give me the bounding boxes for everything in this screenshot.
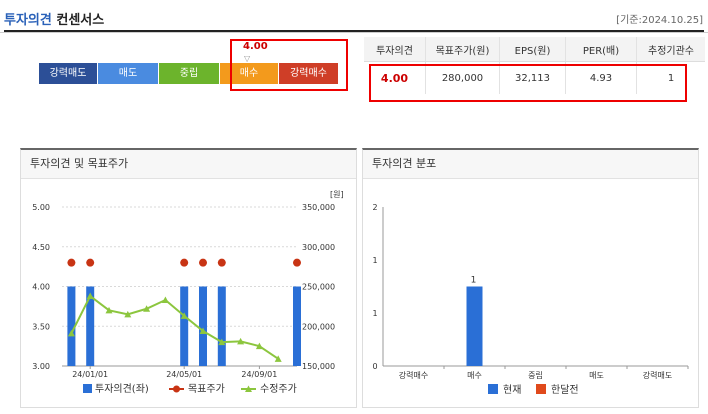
target-price-point — [217, 258, 226, 267]
left-tick-label: 3.00 — [32, 362, 50, 371]
legend-prev-swatch — [536, 384, 546, 394]
right-tick-label: 350,000 — [302, 203, 335, 212]
x-tick-label: 중립 — [528, 371, 543, 380]
left-tick-label: 4.50 — [32, 243, 50, 252]
opinion-bar — [180, 286, 189, 366]
x-tick-label: 24/05/01 — [166, 370, 202, 379]
opinion-target-chart: 5.00 350,000 4.50 300,000 4.00 250,000 3.50 200… — [32, 190, 344, 395]
y-tick-label: 2 — [372, 203, 377, 212]
target-price-point — [67, 258, 76, 267]
scale-sell: 매도 — [98, 63, 158, 84]
opinion-distribution-chart: 2 1 1 0 강력매수 매수 1 중립 매도 강력매도현재 한달전 — [372, 203, 689, 396]
left-tick-label: 5.00 — [32, 203, 50, 212]
bar-value-label: 1 — [471, 276, 477, 286]
legend-label: 현재 — [503, 384, 521, 396]
scale-strong-sell: 강력매도 — [39, 63, 97, 84]
right-tick-label: 300,000 — [302, 243, 335, 252]
highlight-box-marker — [230, 39, 348, 91]
x-tick-label: 강력매도 — [643, 370, 672, 380]
col-header-institutions: 추정기관수 — [636, 37, 705, 62]
legend-label: 수정주가 — [260, 383, 297, 395]
right-axis-unit: [원] — [330, 190, 344, 199]
y-tick-label: 0 — [372, 362, 377, 371]
x-tick-label: 매도 — [589, 371, 604, 380]
opinion-bar — [199, 286, 207, 366]
col-header-per: PER(배) — [565, 37, 637, 62]
header-divider-light — [0, 32, 708, 33]
distribution-bar — [466, 286, 483, 366]
panel-title-right: 투자의견 분포 — [363, 150, 698, 179]
legend-current-swatch — [488, 384, 498, 394]
right-tick-label: 250,000 — [302, 283, 335, 292]
title-sub: 컨센서스 — [56, 13, 105, 28]
right-tick-label: 150,000 — [302, 362, 335, 371]
title-main: 투자의견 — [4, 13, 52, 28]
x-tick-label: 매수 — [467, 371, 482, 380]
adjusted-price-line — [70, 294, 279, 360]
table-header-row: 투자의견 목표주가(원) EPS(원) PER(배) 추정기관수 — [364, 37, 705, 62]
highlight-box-table — [369, 64, 687, 102]
y-tick-label: 1 — [372, 309, 377, 318]
col-header-opinion: 투자의견 — [364, 37, 426, 62]
opinion-bar — [217, 286, 226, 366]
left-tick-label: 4.00 — [32, 283, 50, 292]
y-tick-label: 1 — [372, 256, 377, 265]
page-title: 투자의견 컨센서스 — [4, 9, 104, 28]
adjusted-price-point — [161, 296, 169, 304]
panel-title-left: 투자의견 및 목표주가 — [21, 150, 356, 179]
target-price-point — [199, 258, 207, 267]
opinion-bar — [293, 286, 301, 366]
target-price-point — [180, 258, 189, 267]
col-header-target: 목표주가(원) — [425, 37, 500, 62]
right-tick-label: 200,000 — [302, 322, 335, 331]
legend-bar-swatch — [83, 384, 92, 393]
x-tick-label: 24/09/01 — [241, 370, 277, 379]
x-tick-label: 24/01/01 — [72, 370, 108, 379]
opinion-distribution-panel: 투자의견 분포 2 1 1 0 강력매수 매수 1 중립 매도 강력매도현재 한달전 — [362, 148, 699, 408]
base-date: [기준:2024.10.25] — [616, 15, 703, 26]
legend-label: 목표주가 — [188, 383, 225, 395]
scale-neutral: 중립 — [159, 63, 219, 84]
target-price-point — [86, 258, 95, 267]
legend-target-dot — [173, 385, 180, 393]
legend-label: 투자의견(좌) — [95, 383, 149, 395]
left-tick-label: 3.50 — [32, 322, 50, 331]
opinion-target-panel: 투자의견 및 목표주가 5.00 350,000 4.50 300,000 4.00 25… — [20, 148, 357, 408]
col-header-eps: EPS(원) — [499, 37, 566, 62]
legend-label: 한달전 — [551, 384, 579, 396]
x-tick-label: 강력매수 — [399, 370, 428, 380]
target-price-point — [293, 258, 301, 267]
